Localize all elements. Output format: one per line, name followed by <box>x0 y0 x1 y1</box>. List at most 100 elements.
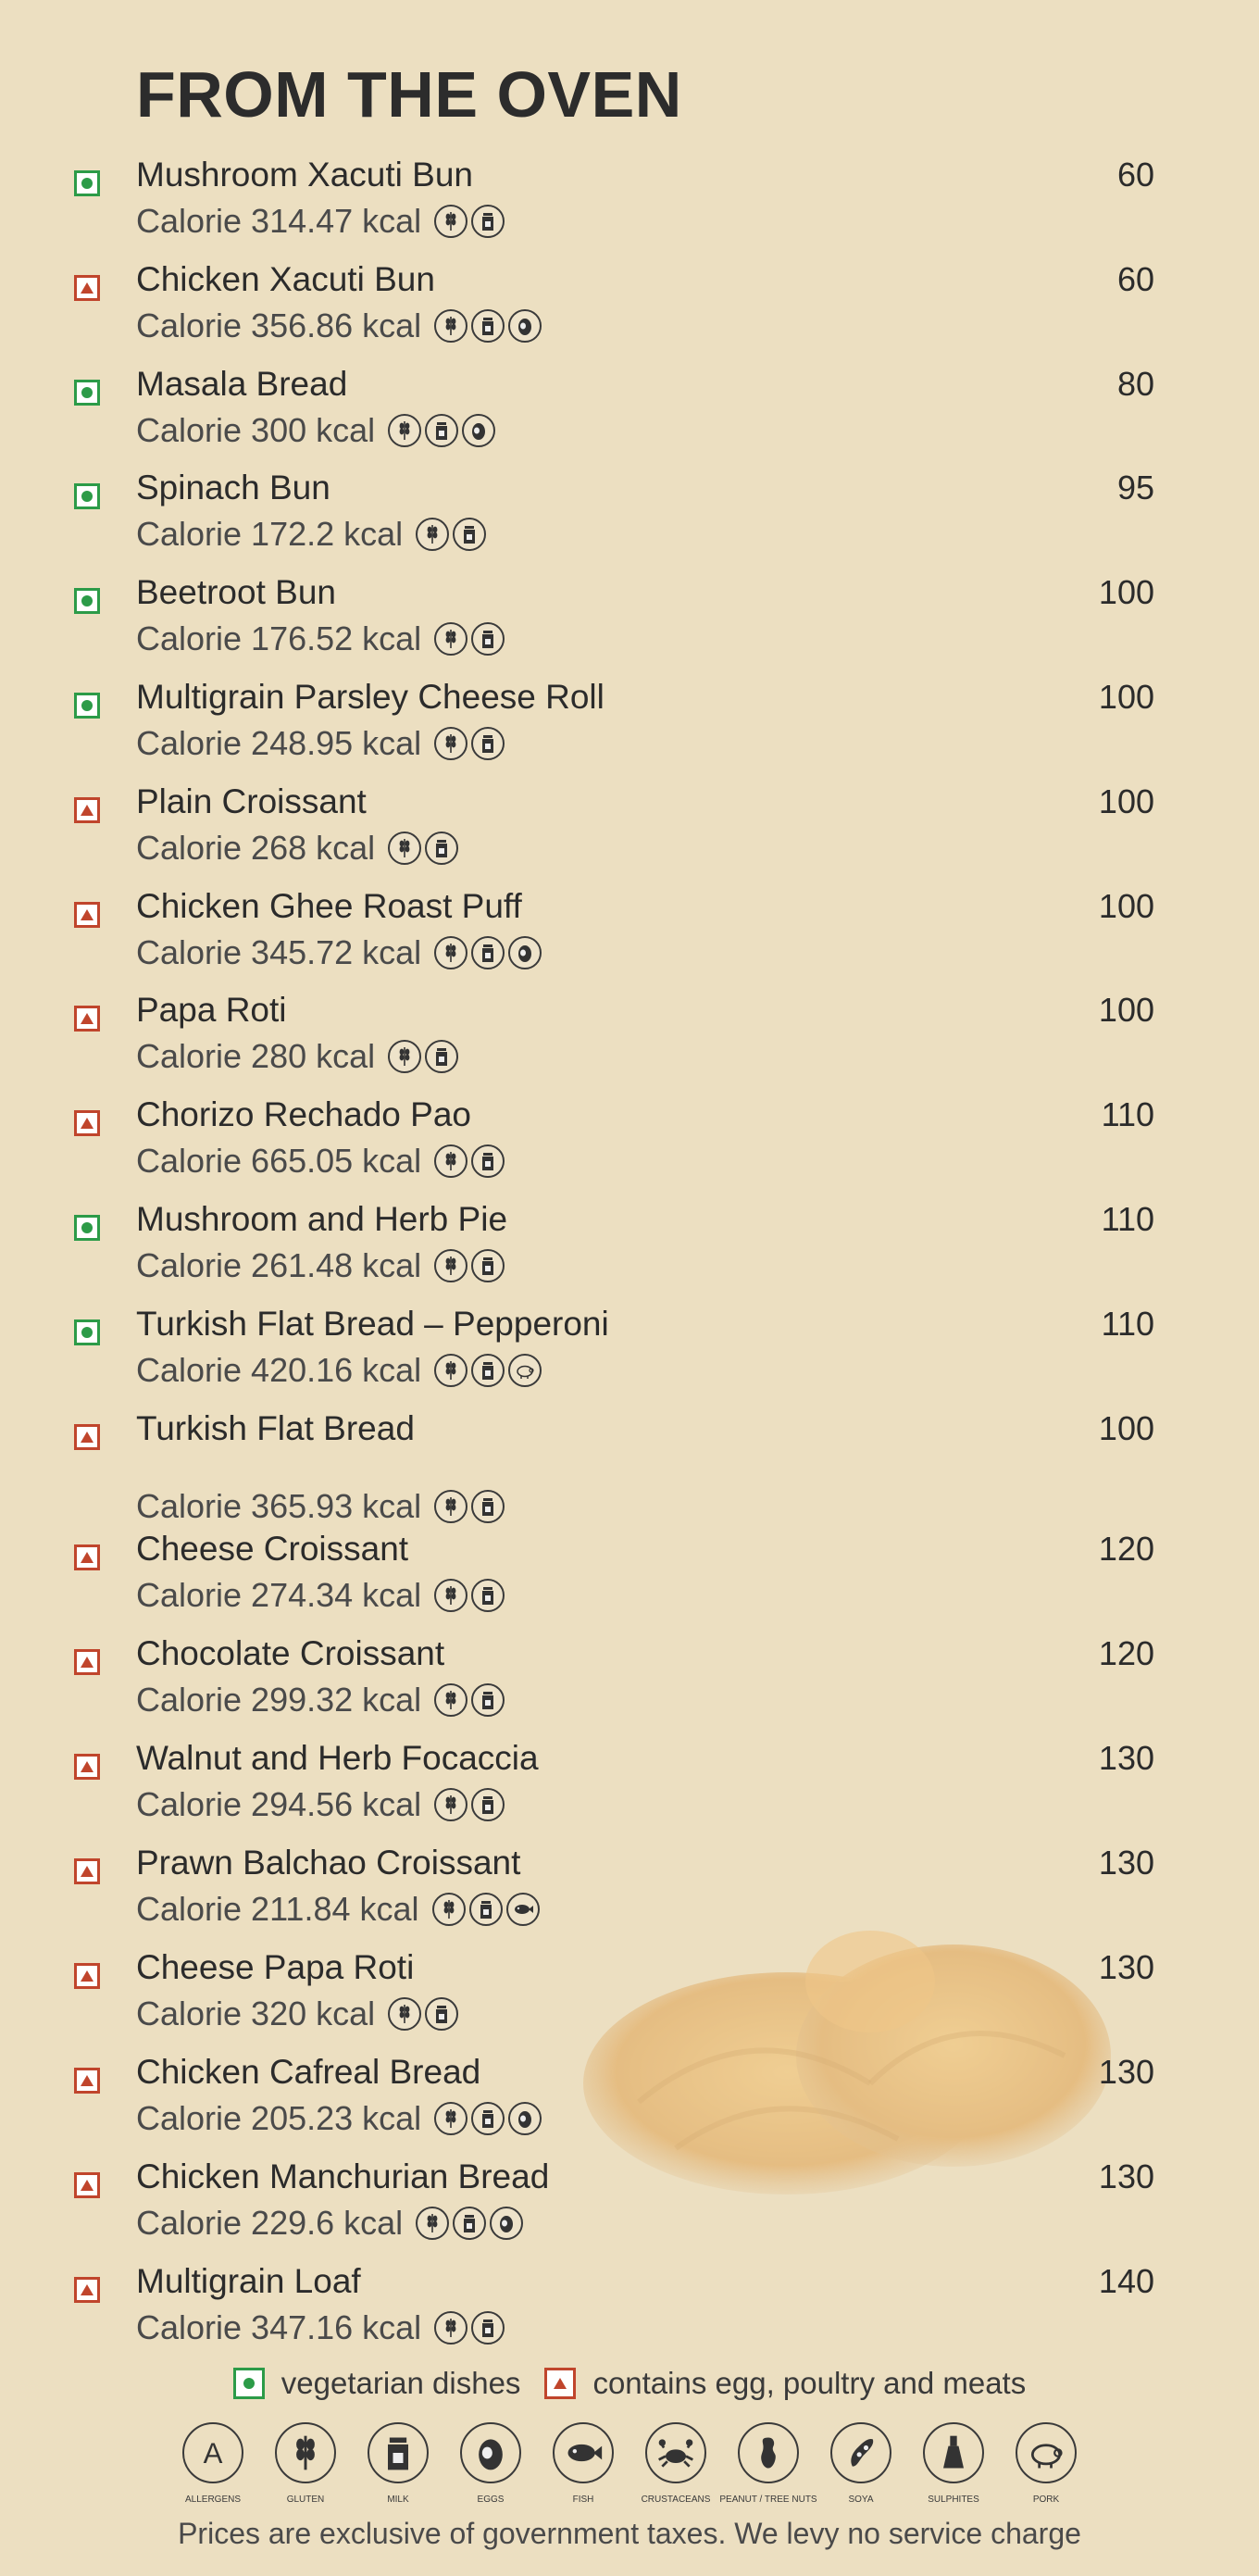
nonveg-icon <box>544 2368 577 2399</box>
nonveg-icon <box>74 1963 100 1989</box>
allergen-key: A ALLERGENS GLUTEN MILK EGGS FISH CRUSTACEANS P… <box>0 2422 1259 2505</box>
eggs-icon <box>508 936 542 969</box>
gluten-icon <box>416 518 450 551</box>
item-name: Multigrain Loaf <box>136 2262 361 2300</box>
item-name: Plain Croissant <box>136 782 367 820</box>
item-name: Turkish Flat Bread – Pepperoni <box>136 1305 609 1343</box>
gluten-icon <box>275 2422 336 2483</box>
allergen-key-item: CRUSTACEANS <box>630 2422 722 2505</box>
nonveg-icon <box>74 2068 100 2094</box>
sulphites-icon <box>923 2422 984 2483</box>
gluten-icon <box>431 1893 466 1926</box>
item-name: Chorizo Rechado Pao <box>136 1095 471 1133</box>
menu-item: Chicken Manchurian Bread 130 Calorie 229.6… <box>0 2157 1259 2261</box>
menu-item: Spinach Bun 95 Calorie 172.2 kcal <box>0 469 1259 572</box>
menu-item: Chicken Xacuti Bun 60 Calorie 356.86 kcal <box>0 260 1259 364</box>
eggs-icon <box>460 2422 521 2483</box>
menu-item: Prawn Balchao Croissant 130 Calorie 211.84… <box>0 1844 1259 1947</box>
item-calorie: Calorie 248.95 kcal <box>136 724 422 762</box>
item-calorie: Calorie 299.32 kcal <box>136 1681 422 1719</box>
milk-icon <box>471 1354 505 1387</box>
allergen-label: ALLERGENS <box>184 2495 242 2505</box>
menu-item: Chicken Ghee Roast Puff 100 Calorie 345.72… <box>0 887 1259 991</box>
footer-note: Prices are exclusive of government taxes… <box>178 2517 1081 2550</box>
fish-icon <box>505 1893 540 1926</box>
veg-icon <box>74 1215 100 1241</box>
item-calorie: Calorie 294.56 kcal <box>136 1785 422 1823</box>
item-calorie: Calorie 229.6 kcal <box>136 2204 404 2242</box>
eggs-icon <box>508 2102 542 2135</box>
menu-item: Turkish Flat Bread 100 Calorie 365.93 kcal <box>0 1409 1259 1525</box>
milk-icon <box>471 2102 505 2135</box>
allergen-key-item: PEANUT / TREE NUTS <box>719 2422 817 2505</box>
item-price: 100 <box>1098 991 1154 1029</box>
item-price: 100 <box>1098 1409 1154 1447</box>
item-calorie: Calorie 300 kcal <box>136 411 376 449</box>
menu-item: Turkish Flat Bread – Pepperoni 110 Calorie… <box>0 1305 1259 1408</box>
veg-icon <box>74 588 100 614</box>
gluten-icon <box>434 1354 468 1387</box>
item-calorie: Calorie 665.05 kcal <box>136 1142 422 1180</box>
gluten-icon <box>388 1040 422 1073</box>
item-price: 140 <box>1098 2262 1154 2300</box>
item-name: Chicken Cafreal Bread <box>136 2053 481 2091</box>
eggs-icon <box>508 309 542 343</box>
allergen-label: GLUTEN <box>286 2495 325 2505</box>
item-price: 130 <box>1098 2053 1154 2091</box>
gluten-icon <box>434 1490 468 1523</box>
eggs-icon <box>490 2207 524 2240</box>
gluten-icon <box>434 1579 468 1612</box>
milk-icon <box>471 1579 505 1612</box>
allergen-key-item: GLUTEN <box>259 2422 352 2505</box>
allergen-key-item: A ALLERGENS <box>167 2422 259 2505</box>
soya-icon <box>830 2422 891 2483</box>
allergen-key-item: SOYA <box>815 2422 907 2505</box>
nonveg-icon <box>74 1649 100 1675</box>
allergen-key-item: PORK <box>1000 2422 1092 2505</box>
milk-icon <box>468 1893 503 1926</box>
legend-veg-label: vegetarian dishes <box>280 2366 521 2400</box>
milk-icon <box>471 1490 505 1523</box>
item-price: 100 <box>1098 782 1154 820</box>
menu-item: Papa Roti 100 Calorie 280 kcal <box>0 991 1259 1094</box>
pork-icon <box>1016 2422 1077 2483</box>
item-calorie: Calorie 172.2 kcal <box>136 515 404 553</box>
item-price: 130 <box>1098 1948 1154 1986</box>
allergen-label: FISH <box>572 2495 594 2505</box>
gluten-icon <box>388 832 422 865</box>
item-name: Chicken Ghee Roast Puff <box>136 887 522 925</box>
menu-item: Plain Croissant 100 Calorie 268 kcal <box>0 782 1259 886</box>
allergen-key-item: MILK <box>352 2422 444 2505</box>
item-name: Mushroom and Herb Pie <box>136 1200 508 1238</box>
allergen-label: MILK <box>387 2495 409 2505</box>
item-calorie: Calorie 314.47 kcal <box>136 202 422 240</box>
nonveg-icon <box>74 2277 100 2303</box>
item-name: Walnut and Herb Focaccia <box>136 1739 539 1777</box>
eggs-icon <box>462 414 496 447</box>
allergen-key-item: SULPHITES <box>907 2422 1000 2505</box>
item-price: 100 <box>1098 573 1154 611</box>
item-price: 100 <box>1098 678 1154 716</box>
gluten-icon <box>434 1249 468 1282</box>
milk-icon <box>471 1683 505 1717</box>
gluten-icon <box>388 1997 422 2031</box>
item-calorie: Calorie 365.93 kcal <box>136 1487 422 1525</box>
fish-icon <box>553 2422 614 2483</box>
veg-icon <box>232 2368 265 2399</box>
item-calorie: Calorie 205.23 kcal <box>136 2099 422 2137</box>
allergen-label: SOYA <box>848 2495 874 2505</box>
item-calorie: Calorie 268 kcal <box>136 829 376 867</box>
milk-icon <box>471 727 505 760</box>
milk-icon <box>425 832 459 865</box>
gluten-icon <box>434 727 468 760</box>
item-price: 130 <box>1098 1844 1154 1882</box>
item-name: Cheese Croissant <box>136 1530 409 1568</box>
item-calorie: Calorie 347.16 kcal <box>136 2308 422 2346</box>
page-title: FROM THE OVEN <box>136 58 682 131</box>
milk-icon <box>471 936 505 969</box>
milk-icon <box>471 309 505 343</box>
gluten-icon <box>434 1144 468 1178</box>
allergen-key-item: FISH <box>537 2422 630 2505</box>
item-price: 130 <box>1098 1739 1154 1777</box>
item-calorie: Calorie 176.52 kcal <box>136 619 422 657</box>
